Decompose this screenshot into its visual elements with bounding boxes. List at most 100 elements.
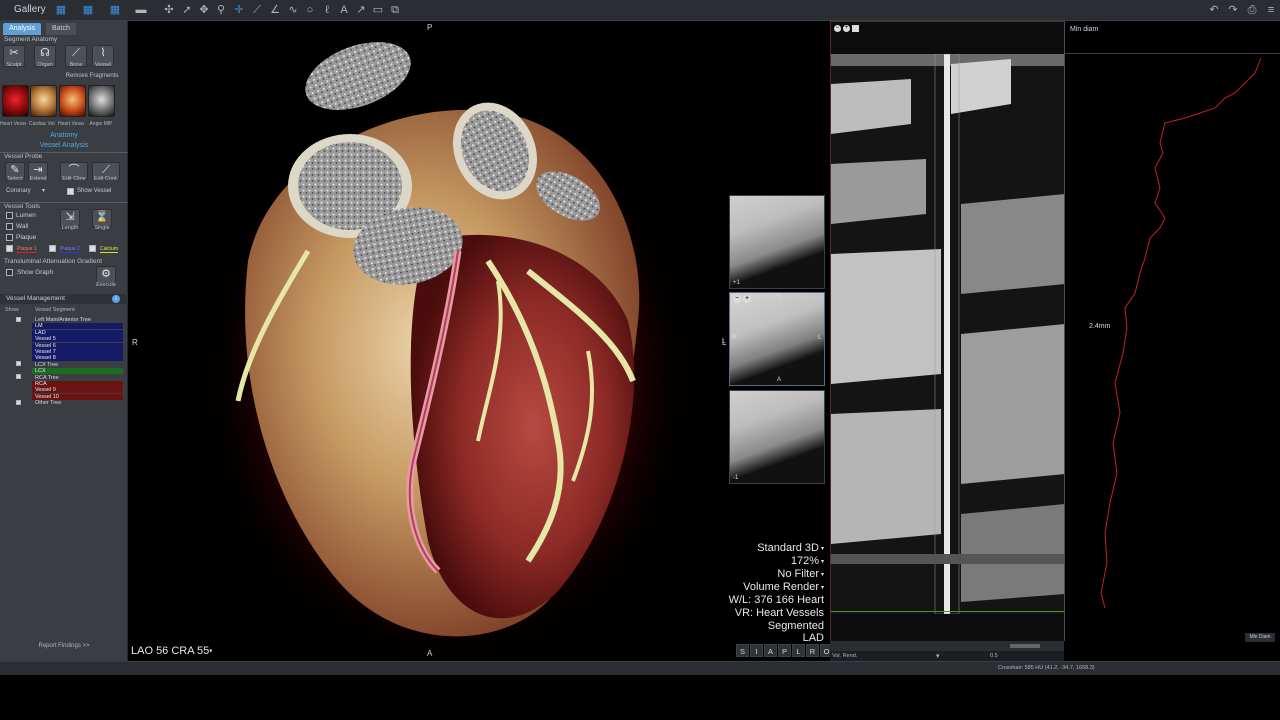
- execute-label: Execute: [96, 282, 116, 288]
- layout-icon[interactable]: ▦: [54, 3, 68, 17]
- vessel-analysis-link[interactable]: Vessel Analysis: [0, 142, 128, 149]
- text-annotation-icon[interactable]: A: [337, 3, 351, 17]
- segment-row[interactable]: Vessel 8: [32, 355, 123, 362]
- lumen-checkbox[interactable]: [6, 212, 13, 219]
- slab-thickness-value[interactable]: 0.5: [990, 653, 998, 659]
- preset-angio-mip[interactable]: [88, 85, 115, 117]
- view-button[interactable]: P: [778, 644, 791, 657]
- select-icon: ✎: [10, 164, 20, 176]
- chevron-down-icon[interactable]: ▾: [42, 187, 45, 194]
- cross-section-plus1[interactable]: +1: [729, 195, 825, 289]
- segment-row[interactable]: LAD: [32, 329, 123, 336]
- plaque1-checkbox[interactable]: [6, 245, 13, 252]
- freehand-icon[interactable]: ℓ: [320, 3, 334, 17]
- expand-icon[interactable]: +: [843, 25, 850, 32]
- ruler-icon[interactable]: ⟋: [250, 3, 264, 17]
- segment-row[interactable]: Vessel 10: [32, 393, 123, 400]
- cross-section-minus1[interactable]: -1: [729, 390, 825, 484]
- orientation-top-label: P: [427, 23, 433, 32]
- top-toolbar: Gallery ▦ ▦ ▦ ▬ ✣ ➚ ✥ ⚲ ✛ ⟋ ∠ ∿ ○ ℓ A ↗ …: [0, 0, 1280, 21]
- adjust-icon[interactable]: ✣: [162, 3, 176, 17]
- curve-icon[interactable]: ∿: [286, 3, 300, 17]
- segment-row[interactable]: RCA: [32, 381, 123, 387]
- angle-icon[interactable]: ∠: [268, 3, 282, 17]
- cross-section-center[interactable]: − + S R L A: [729, 292, 825, 386]
- tab-analysis[interactable]: Analysis: [3, 23, 42, 35]
- view-angle-label[interactable]: LAO 56 CRA 55▾: [131, 645, 212, 657]
- probe-label: Select: [7, 176, 23, 182]
- show-graph-checkbox[interactable]: [6, 269, 13, 276]
- screen-icon[interactable]: ▬: [134, 3, 148, 17]
- segment-tree-row[interactable]: Left Main/Anterior Tree: [32, 317, 123, 323]
- pan-icon[interactable]: ✥: [197, 3, 211, 17]
- redo-icon[interactable]: ↷: [1226, 3, 1240, 17]
- pointer-icon[interactable]: ➚: [180, 3, 194, 17]
- min-diam-button[interactable]: Min Diam: [1245, 633, 1275, 642]
- scrollbar-thumb[interactable]: [1010, 644, 1040, 648]
- segment-show-checkbox[interactable]: [16, 399, 21, 405]
- layout-icon[interactable]: [852, 25, 859, 32]
- segment-show-checkbox[interactable]: [16, 316, 21, 322]
- segment-row[interactable]: LCX: [32, 368, 123, 375]
- viewport-info-line[interactable]: 172% ▾: [791, 555, 824, 567]
- report-findings-button[interactable]: Report Findings >>: [0, 643, 128, 653]
- graph-title: Min diam: [1070, 26, 1099, 33]
- viewport-info-line[interactable]: Standard 3D ▾: [757, 542, 824, 554]
- cross-section-orient-left: L: [722, 338, 726, 345]
- preset-heart-vessels-2[interactable]: [59, 85, 86, 117]
- gallery-menu[interactable]: Gallery: [14, 4, 46, 15]
- segment-show-checkbox[interactable]: [16, 374, 21, 380]
- segment-row[interactable]: Vessel 6: [32, 342, 123, 349]
- crop-icon[interactable]: ▭: [371, 3, 385, 17]
- render-mode-label[interactable]: Vol. Rend.: [832, 653, 857, 659]
- viewport-info-line[interactable]: No Filter ▾: [777, 568, 824, 580]
- segment-row[interactable]: Vessel 9: [32, 387, 123, 394]
- view-button[interactable]: S: [736, 644, 749, 657]
- coronary-select[interactable]: Coronary: [6, 188, 31, 194]
- segment-tree-row[interactable]: LCX Tree: [32, 362, 123, 368]
- view-button[interactable]: I: [750, 644, 763, 657]
- calcium-checkbox[interactable]: [89, 245, 96, 252]
- layout-3-icon[interactable]: ▦: [108, 3, 122, 17]
- show-vessel-checkbox[interactable]: [67, 188, 74, 195]
- tab-batch[interactable]: Batch: [46, 23, 76, 35]
- snapshot-icon[interactable]: ⧉: [388, 3, 402, 17]
- segment-tree-row[interactable]: Other Tree: [32, 400, 123, 406]
- preset-heart-vessels[interactable]: [2, 85, 29, 117]
- curved-planar-reformat-view[interactable]: − +: [830, 21, 1065, 641]
- undo-icon[interactable]: ↶: [1207, 3, 1221, 17]
- save-icon[interactable]: ⎙: [1245, 3, 1259, 17]
- segment-row[interactable]: Vessel 5: [32, 336, 123, 343]
- chevron-down-icon[interactable]: ▾: [936, 652, 940, 660]
- wall-checkbox[interactable]: [6, 223, 13, 230]
- layout-2-icon[interactable]: ▦: [81, 3, 95, 17]
- min-diameter-graph[interactable]: Min diam 2.4mm Min Diam: [1064, 21, 1280, 642]
- segment-tree-row[interactable]: RCA Tree: [32, 375, 123, 381]
- viewport-info-line[interactable]: Volume Render ▾: [743, 581, 824, 593]
- segment-row[interactable]: Vessel 7: [32, 349, 123, 355]
- view-button[interactable]: R: [806, 644, 819, 657]
- preset-cardiac-volume[interactable]: [30, 85, 57, 117]
- slice-label: -1: [733, 475, 739, 481]
- cpr-scrollbar[interactable]: [830, 641, 1064, 651]
- view-button[interactable]: A: [764, 644, 777, 657]
- zoom-icon[interactable]: ⚲: [214, 3, 228, 17]
- expand-icon[interactable]: +: [743, 295, 751, 303]
- menu-icon[interactable]: ≡: [1264, 3, 1278, 17]
- anatomy-link[interactable]: Anatomy: [0, 132, 128, 139]
- chevron-down-icon: ▾: [820, 584, 824, 591]
- segment-show-checkbox[interactable]: [16, 361, 21, 367]
- collapse-icon[interactable]: −: [733, 295, 741, 303]
- plaque2-checkbox[interactable]: [49, 245, 56, 252]
- ellipse-icon[interactable]: ○: [303, 3, 317, 17]
- arrow-annotation-icon[interactable]: ↗: [354, 3, 368, 17]
- crosshair-icon[interactable]: ✛: [232, 3, 246, 17]
- plaque-checkbox[interactable]: [6, 234, 13, 241]
- edit-contour-icon: ⟋: [102, 164, 110, 176]
- info-icon[interactable]: i: [112, 295, 120, 303]
- execute-icon: ⚙: [101, 268, 111, 280]
- chevron-down-icon: ▾: [820, 571, 824, 578]
- view-button[interactable]: L: [792, 644, 805, 657]
- segment-row[interactable]: LM: [32, 323, 123, 330]
- collapse-icon[interactable]: −: [834, 25, 841, 32]
